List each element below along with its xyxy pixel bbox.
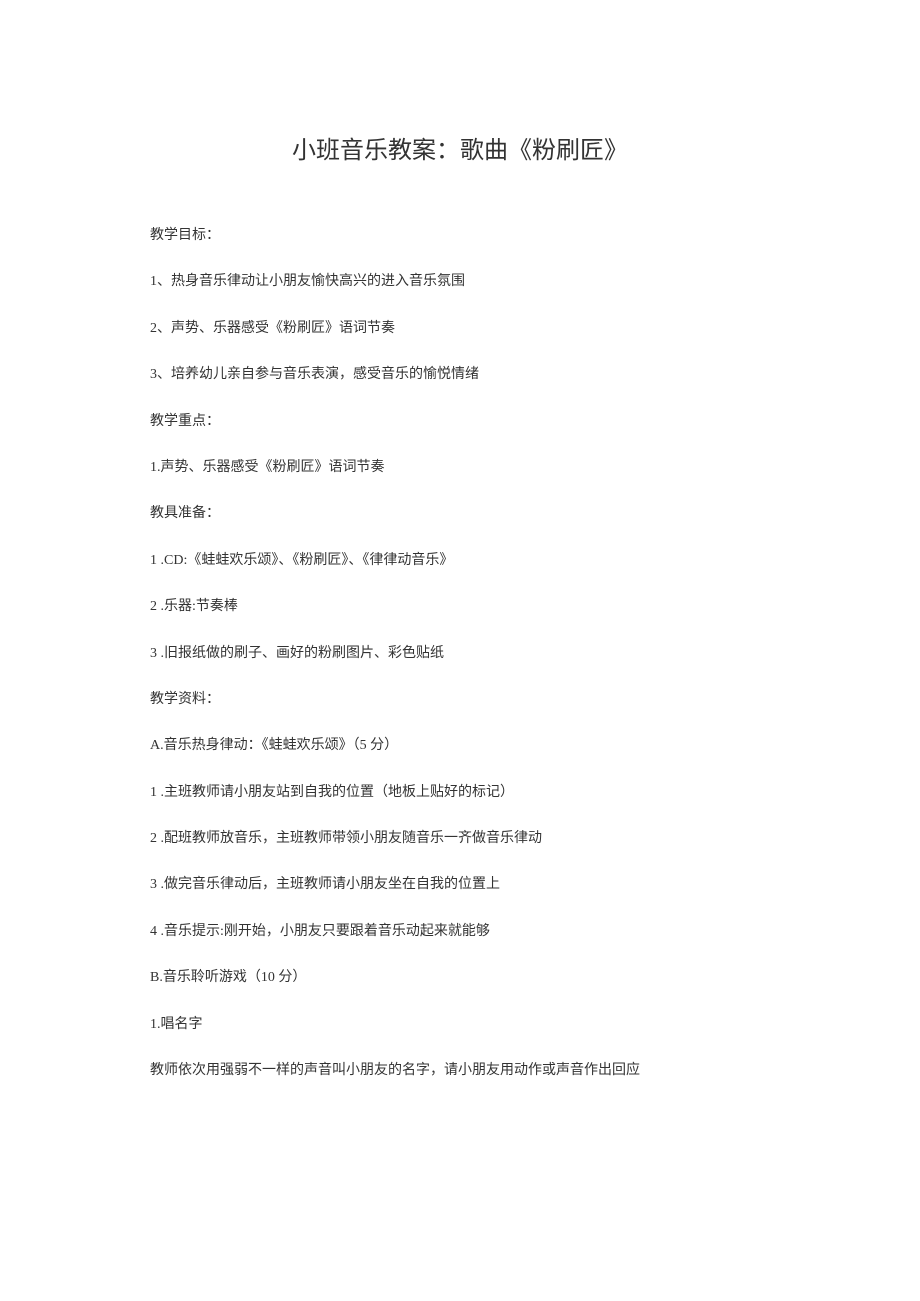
goals-item-1: 1、热身音乐律动让小朋友愉快高兴的进入音乐氛围 bbox=[150, 271, 770, 293]
content-label: 教学资料： bbox=[150, 689, 770, 711]
part-a-heading: A.音乐热身律动：《蛙蛙欢乐颂》（5 分） bbox=[150, 735, 770, 757]
part-a-item-1: 1 .主班教师请小朋友站到自我的位置（地板上贴好的标记） bbox=[150, 782, 770, 804]
part-a-item-2: 2 .配班教师放音乐，主班教师带领小朋友随音乐一齐做音乐律动 bbox=[150, 828, 770, 850]
part-b-heading: B.音乐聆听游戏（10 分） bbox=[150, 967, 770, 989]
materials-item-3: 3 .旧报纸做的刷子、画好的粉刷图片、彩色贴纸 bbox=[150, 643, 770, 665]
focus-label: 教学重点： bbox=[150, 411, 770, 433]
materials-item-1: 1 .CD:《蛙蛙欢乐颂》、《粉刷匠》、《律律动音乐》 bbox=[150, 550, 770, 572]
document-title: 小班音乐教案：歌曲《粉刷匠》 bbox=[150, 130, 770, 165]
part-a-item-3: 3 .做完音乐律动后，主班教师请小朋友坐在自我的位置上 bbox=[150, 874, 770, 896]
goals-item-2: 2、声势、乐器感受《粉刷匠》语词节奏 bbox=[150, 318, 770, 340]
goals-item-3: 3、培养幼儿亲自参与音乐表演，感受音乐的愉悦情绪 bbox=[150, 364, 770, 386]
part-a-item-4: 4 .音乐提示:刚开始，小朋友只要跟着音乐动起来就能够 bbox=[150, 921, 770, 943]
materials-label: 教具准备： bbox=[150, 503, 770, 525]
part-b-sub1: 1.唱名字 bbox=[150, 1014, 770, 1036]
goals-label: 教学目标： bbox=[150, 225, 770, 247]
materials-item-2: 2 .乐器:节奏棒 bbox=[150, 596, 770, 618]
focus-item-1: 1.声势、乐器感受《粉刷匠》语词节奏 bbox=[150, 457, 770, 479]
part-b-paragraph: 教师依次用强弱不一样的声音叫小朋友的名字，请小朋友用动作或声音作出回应 bbox=[150, 1060, 770, 1082]
